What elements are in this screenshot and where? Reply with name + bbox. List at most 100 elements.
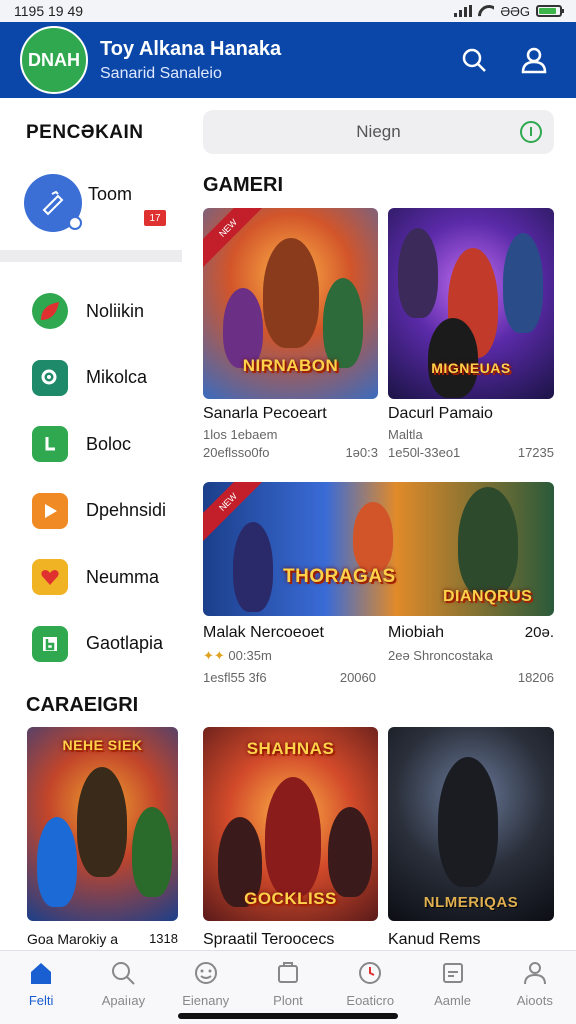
search-icon bbox=[462, 48, 486, 72]
profile-name: Toom bbox=[88, 184, 133, 204]
featured-banner[interactable]: NEW THORAGAS DIANQRUS bbox=[203, 482, 554, 616]
info-icon[interactable] bbox=[520, 121, 542, 143]
search-badge-icon bbox=[32, 359, 68, 396]
new-ribbon: NEW bbox=[203, 208, 267, 267]
notification-badge: 17 bbox=[144, 210, 166, 226]
sidebar-item-2[interactable]: Boloc bbox=[32, 411, 166, 478]
sidebar-divider bbox=[0, 250, 182, 262]
sidebar-item-3[interactable]: Dpehnsidi bbox=[32, 478, 166, 545]
nav-item-home[interactable]: Felti bbox=[0, 951, 82, 1024]
puzzle-icon bbox=[274, 959, 302, 987]
chat-icon bbox=[32, 426, 68, 463]
sidebar-item-4[interactable]: Neumma bbox=[32, 544, 166, 611]
card-stat: 1318 bbox=[149, 931, 178, 946]
person-icon bbox=[521, 959, 549, 987]
nav-label: Aamle bbox=[434, 993, 471, 1008]
nav-label: Eoaticro bbox=[346, 993, 395, 1008]
sidebar-item-label: Boloc bbox=[86, 433, 132, 454]
card-art-title: SHAHNAS bbox=[246, 739, 335, 758]
star-icon: ✦✦ bbox=[203, 648, 225, 663]
card-art-title: GOCKLISS bbox=[244, 889, 337, 908]
card-art-title: DIANQRUS bbox=[443, 588, 533, 605]
card-meta: 2eə Shroncostaka bbox=[388, 648, 493, 663]
nav-label: Apaiıay bbox=[101, 993, 146, 1008]
card-stat: 20060 bbox=[339, 670, 376, 685]
game-card-image[interactable]: MIGNEUAS bbox=[388, 208, 554, 399]
status-time: 1195 19 49 bbox=[14, 3, 84, 19]
card-stat: 18206 bbox=[517, 670, 554, 685]
sidebar-item-label: Mikolca bbox=[86, 367, 148, 388]
card-art-title: NIRNABON bbox=[242, 356, 339, 376]
home-indicator[interactable] bbox=[178, 1013, 398, 1019]
card-meta: ✦✦ 00:35m bbox=[203, 648, 272, 663]
card-art-title: NEHE SIEK bbox=[62, 737, 143, 753]
profile-icon bbox=[521, 47, 547, 74]
battery-text: ƏƏG bbox=[500, 3, 530, 19]
nav-item-edit[interactable]: Aamle bbox=[411, 951, 493, 1024]
status-icons: ƏƏG bbox=[454, 3, 564, 19]
card-title[interactable]: Malak Nercoeoet bbox=[203, 624, 324, 642]
sidebar-item-label: Gaotlapia bbox=[86, 633, 164, 654]
heart-icon bbox=[32, 559, 68, 596]
card-title[interactable]: Dacurl Pamaio bbox=[388, 405, 493, 423]
sidebar-item-label: Noliikin bbox=[86, 300, 145, 321]
sidebar-item-label: Dpehnsidi bbox=[86, 500, 167, 521]
search-button[interactable] bbox=[452, 38, 496, 82]
sidebar-menu: Noliikin Mikolca Boloc Dpehnsidi Neumma bbox=[32, 278, 166, 677]
search-input[interactable]: Niegn bbox=[203, 110, 554, 154]
sidebar: PENCƏKAIN Toom 17 Noliikin Mikolca Boloc bbox=[0, 98, 182, 692]
card-meta: 20eflsso0fo bbox=[203, 445, 270, 460]
wifi-icon bbox=[478, 5, 494, 17]
card-stat: 1ə0:3 bbox=[345, 445, 378, 460]
card-meta: 1esfl55 3f6 bbox=[203, 670, 267, 685]
card-title[interactable]: Sanarla Pecoeart bbox=[203, 405, 327, 423]
nav-label: Eienany bbox=[182, 993, 230, 1008]
search-icon bbox=[109, 959, 137, 987]
app-header: DNAH Toy Alkana Hanaka Sanarid Sanaleio bbox=[0, 22, 576, 98]
nav-label: Felti bbox=[28, 993, 54, 1008]
card-title[interactable]: Kanud Rems bbox=[388, 931, 481, 949]
category-card-image[interactable]: NEHE SIEK bbox=[27, 727, 178, 921]
search-placeholder: Niegn bbox=[356, 122, 401, 141]
app-logo[interactable]: DNAH bbox=[20, 26, 88, 94]
sidebar-item-label: Neumma bbox=[86, 566, 160, 587]
avatar[interactable] bbox=[24, 174, 82, 232]
nav-item-profile[interactable]: Aioots bbox=[494, 951, 576, 1024]
category-card-image[interactable]: NLMERIQAS bbox=[388, 727, 554, 921]
card-meta: 1los 1ebaem bbox=[203, 427, 278, 442]
sidebar-title: PENCƏKAIN bbox=[26, 122, 144, 143]
card-meta: Maltla bbox=[388, 427, 423, 442]
sidebar-profile[interactable]: Toom 17 bbox=[22, 172, 182, 252]
clock-icon bbox=[356, 959, 384, 987]
nav-label: Aioots bbox=[516, 993, 553, 1008]
puzzle-icon bbox=[42, 190, 64, 216]
battery-icon bbox=[536, 5, 564, 17]
sidebar-item-5[interactable]: Gaotlapia bbox=[32, 611, 166, 678]
play-icon bbox=[32, 492, 68, 529]
edit-icon bbox=[439, 959, 467, 987]
card-title[interactable]: Spraatil Teroocecs bbox=[203, 931, 334, 949]
nav-item-search[interactable]: Apaiıay bbox=[82, 951, 164, 1024]
category-card-image[interactable]: SHAHNAS GOCKLISS bbox=[203, 727, 378, 921]
card-stat: 17235 bbox=[517, 445, 554, 460]
card-art-title: MIGNEUAS bbox=[431, 360, 511, 377]
smile-icon bbox=[192, 959, 220, 987]
book-icon bbox=[32, 625, 68, 662]
card-stat: 20ə. bbox=[524, 624, 554, 641]
game-card-image[interactable]: NEW NIRNABON bbox=[203, 208, 378, 399]
app-subtitle: Sanarid Sanaleio bbox=[100, 64, 222, 82]
sidebar-item-0[interactable]: Noliikin bbox=[32, 278, 166, 345]
section-title-categories: CARAEIGRI bbox=[26, 694, 139, 716]
card-meta: 1e50l-33eo1 bbox=[388, 445, 461, 460]
card-title[interactable]: Miobiah bbox=[388, 624, 444, 642]
status-bar: 1195 19 49 ƏƏG bbox=[0, 0, 576, 22]
card-art-title: THORAGAS bbox=[283, 566, 396, 587]
leaf-icon bbox=[32, 293, 68, 330]
signal-icon bbox=[454, 5, 473, 17]
home-icon bbox=[27, 959, 55, 987]
sidebar-item-1[interactable]: Mikolca bbox=[32, 345, 166, 412]
card-art-title: NLMERIQAS bbox=[423, 894, 519, 911]
profile-button[interactable] bbox=[512, 38, 556, 82]
nav-label: Plont bbox=[273, 993, 303, 1008]
card-title[interactable]: Goa Marokiy a bbox=[27, 931, 118, 947]
